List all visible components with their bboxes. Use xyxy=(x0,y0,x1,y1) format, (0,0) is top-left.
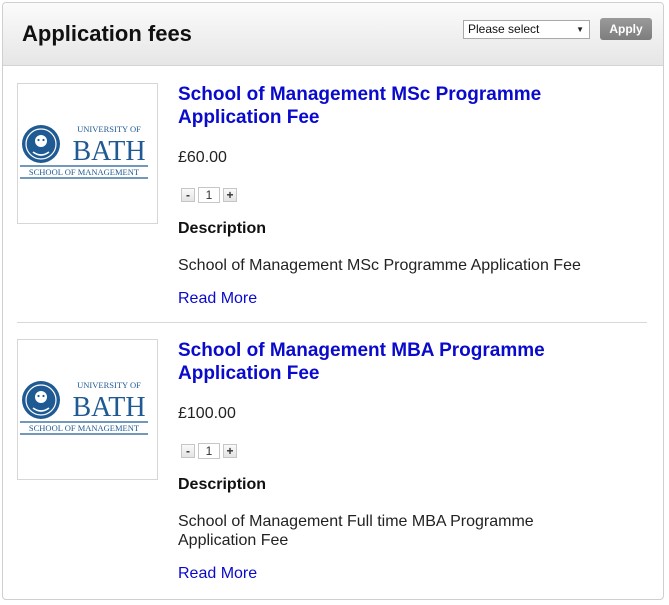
increase-quantity-button[interactable]: + xyxy=(223,188,237,202)
caret-down-icon: ▼ xyxy=(576,25,584,34)
increase-quantity-button[interactable]: + xyxy=(223,444,237,458)
page-title: Application fees xyxy=(22,21,192,46)
logo-school-of-management: SCHOOL OF MANAGEMENT xyxy=(29,167,140,177)
logo-university-of: UNIVERSITY OF xyxy=(77,380,141,390)
logo-school-of-management: SCHOOL OF MANAGEMENT xyxy=(29,423,140,433)
quantity-input[interactable]: 1 xyxy=(198,443,220,459)
university-of-bath-logo: UNIVERSITY OF BATH SCHOOL OF MANAGEMENT xyxy=(20,380,148,435)
decrease-quantity-button[interactable]: - xyxy=(181,444,195,458)
quantity-input[interactable]: 1 xyxy=(198,187,220,203)
description-heading: Description xyxy=(178,220,267,237)
application-fees-panel: Application fees Please select ▼ Apply U… xyxy=(2,2,664,600)
quantity-stepper: - 1 + xyxy=(181,443,237,459)
description-heading: Description xyxy=(178,476,267,493)
product-price: £100.00 xyxy=(178,405,236,422)
decrease-quantity-button[interactable]: - xyxy=(181,188,195,202)
description-text: School of Management Full time MBA Progr… xyxy=(178,513,534,549)
product-title-link[interactable]: School of Management MSc Programme Appli… xyxy=(178,83,638,129)
quantity-stepper: - 1 + xyxy=(181,187,237,203)
product-price: £60.00 xyxy=(178,149,227,166)
product-divider xyxy=(17,322,647,323)
read-more-link[interactable]: Read More xyxy=(178,565,257,583)
product-image[interactable]: UNIVERSITY OF BATH SCHOOL OF MANAGEMENT xyxy=(17,83,158,224)
sort-select-value: Please select xyxy=(468,22,540,36)
panel-header: Application fees Please select ▼ Apply xyxy=(3,3,663,66)
product-title-link[interactable]: School of Management MBA Programme Appli… xyxy=(178,339,638,385)
logo-bath: BATH xyxy=(72,392,145,423)
read-more-link[interactable]: Read More xyxy=(178,290,257,308)
apply-button[interactable]: Apply xyxy=(600,18,652,40)
logo-bath: BATH xyxy=(72,136,145,167)
description-text: School of Management MSc Programme Appli… xyxy=(178,257,581,274)
university-of-bath-logo: UNIVERSITY OF BATH SCHOOL OF MANAGEMENT xyxy=(20,124,148,179)
logo-university-of: UNIVERSITY OF xyxy=(77,124,141,134)
product-image[interactable]: UNIVERSITY OF BATH SCHOOL OF MANAGEMENT xyxy=(17,339,158,480)
sort-select[interactable]: Please select ▼ xyxy=(463,20,590,39)
